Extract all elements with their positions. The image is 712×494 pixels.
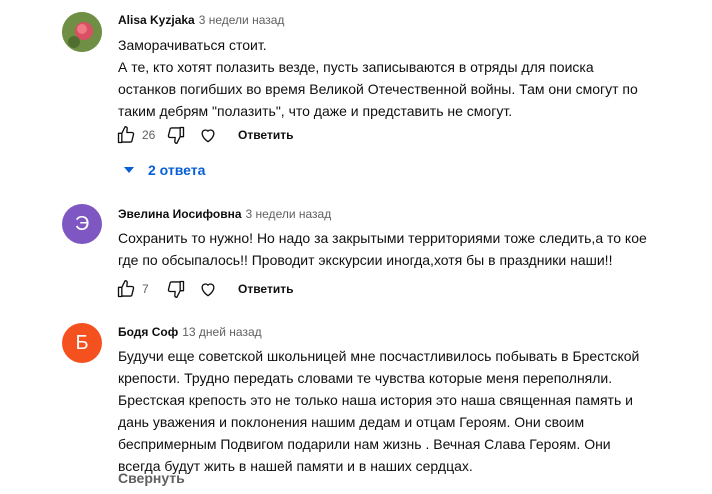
- like-count: 7: [142, 282, 149, 296]
- comment-header: Alisa Kyzjaka 3 недели назад: [118, 12, 284, 28]
- comment-text: Будучи еще советской школьницей мне посч…: [118, 345, 678, 477]
- dislike-button[interactable]: [164, 277, 188, 301]
- comment-time[interactable]: 13 дней назад: [182, 325, 261, 339]
- heart-icon: [201, 129, 215, 143]
- like-button[interactable]: [114, 277, 138, 301]
- avatar[interactable]: Б: [62, 323, 102, 363]
- comment-line: Сохранить то нужно! Но надо за закрытыми…: [118, 230, 647, 246]
- comment-actions: 7 Ответить: [114, 277, 293, 301]
- heart-button[interactable]: [196, 277, 220, 301]
- heart-button[interactable]: [196, 123, 220, 147]
- view-replies-button[interactable]: 2 ответа: [120, 162, 205, 178]
- comment-line: останков погибших во время Великой Отече…: [118, 81, 638, 97]
- comment-header: Эвелина Иосифовна 3 недели назад: [118, 206, 331, 222]
- like-count: 26: [142, 128, 156, 142]
- comment-line: Брестская крепость это не только наша ис…: [118, 392, 633, 408]
- comment-line: дань уважения и поклонения нашим дедам и…: [118, 414, 585, 430]
- reply-button[interactable]: Ответить: [238, 128, 293, 142]
- thumb-up-icon: [117, 126, 135, 144]
- thumb-down-icon: [167, 280, 185, 298]
- photo-avatar-icon: [62, 12, 102, 52]
- comment-text: Заморачиваться стоит. А те, кто хотят по…: [118, 34, 678, 122]
- comment-actions: 26 Ответить: [114, 123, 293, 147]
- avatar-letter: Б: [75, 331, 89, 354]
- comment-line: А те, кто хотят полазить везде, пусть за…: [118, 59, 594, 75]
- avatar[interactable]: [62, 12, 102, 52]
- comment-line: Заморачиваться стоит.: [118, 37, 267, 53]
- collapse-button[interactable]: Свернуть: [118, 470, 185, 486]
- comment-text: Сохранить то нужно! Но надо за закрытыми…: [118, 227, 678, 271]
- author-name[interactable]: Alisa Kyzjaka: [118, 13, 195, 27]
- comment-time[interactable]: 3 недели назад: [199, 13, 285, 27]
- dislike-button[interactable]: [164, 123, 188, 147]
- comment-time[interactable]: 3 недели назад: [246, 207, 332, 221]
- comment-line: Будучи еще советской школьницей мне посч…: [118, 348, 640, 364]
- comment-line: крепости. Трудно передать словами те чув…: [118, 370, 613, 386]
- thumb-down-icon: [167, 126, 185, 144]
- comment-line: всегда будут жить в нашей памяти и в наш…: [118, 458, 473, 474]
- chevron-down-icon: [124, 167, 134, 173]
- reply-button[interactable]: Ответить: [238, 282, 293, 296]
- avatar[interactable]: Э: [62, 204, 102, 244]
- author-name[interactable]: Эвелина Иосифовна: [118, 207, 242, 221]
- avatar-letter: Э: [74, 212, 90, 235]
- heart-icon: [201, 283, 215, 297]
- like-button[interactable]: [114, 123, 138, 147]
- comment-line: таким дебрям "полазить", что даже и пред…: [118, 103, 513, 119]
- thumb-up-icon: [117, 280, 135, 298]
- comment-line: беспримерным Подвигом подарили нам жизнь…: [118, 436, 611, 452]
- replies-count-label: 2 ответа: [148, 162, 206, 178]
- comment-line: где по обсыпалось!! Проводит экскурсии и…: [118, 252, 613, 268]
- author-name[interactable]: Бодя Соф: [118, 325, 178, 339]
- comment-header: Бодя Соф 13 дней назад: [118, 324, 262, 340]
